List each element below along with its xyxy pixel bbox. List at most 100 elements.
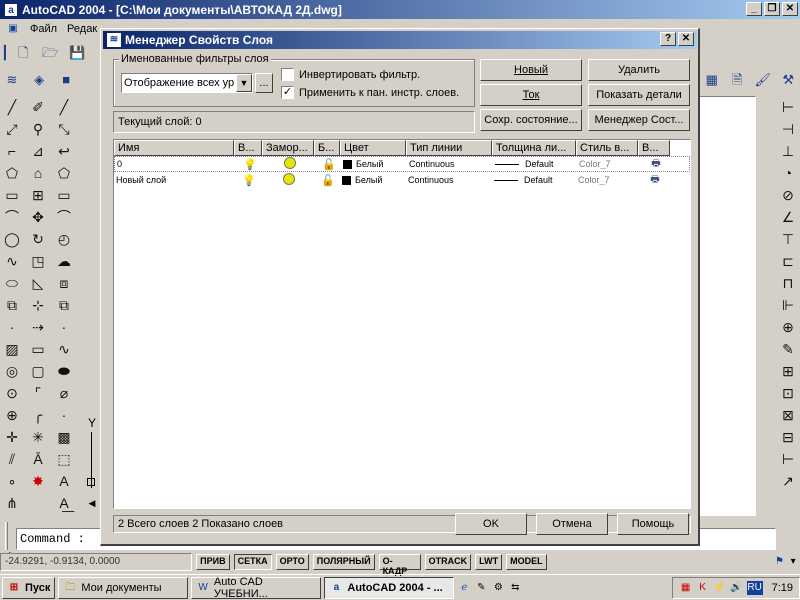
brush-icon[interactable]: 🖌 xyxy=(752,69,774,91)
polygon-icon[interactable]: ⬠ xyxy=(0,162,24,184)
dot3-icon[interactable]: · xyxy=(52,404,76,426)
mode-lwt[interactable]: LWT xyxy=(475,554,503,570)
fillet-icon[interactable]: ╭ xyxy=(26,404,50,426)
dim-update-icon[interactable]: ⊡ xyxy=(776,382,800,404)
lightbulb-icon[interactable]: 💡 xyxy=(243,159,257,171)
arc2-icon[interactable]: ⌒ xyxy=(52,206,76,228)
point-icon[interactable]: · xyxy=(0,316,24,338)
continue-dim-icon[interactable]: ⊏ xyxy=(776,250,800,272)
col-plotstyle[interactable]: Стиль в... xyxy=(576,140,638,156)
layer-state-icon[interactable]: ◈ xyxy=(28,69,50,91)
break2-icon[interactable]: ▢ xyxy=(26,360,50,382)
layer-lineweight[interactable]: Default xyxy=(493,159,577,169)
dim-icon-17[interactable]: ⊢ xyxy=(776,448,800,470)
center-mark-icon[interactable]: ⊕ xyxy=(776,316,800,338)
col-lineweight[interactable]: Толщина ли... xyxy=(492,140,576,156)
dim-text-edit-icon[interactable]: ⊞ xyxy=(776,360,800,382)
baseline-dim-icon[interactable]: ⊤ xyxy=(776,228,800,250)
layer-table[interactable]: Имя В... Замор... Б... Цвет Тип линии То… xyxy=(113,139,691,509)
text-edit-icon[interactable]: Ā xyxy=(26,448,50,470)
app-titlebar[interactable]: a AutoCAD 2004 - [C:\Мои документы\АВТОК… xyxy=(0,0,800,19)
col-on[interactable]: В... xyxy=(234,140,262,156)
layer-linetype[interactable]: Continuous xyxy=(407,159,493,169)
tool-icon[interactable]: ⚒ xyxy=(778,69,800,91)
rotate-icon[interactable]: ↻ xyxy=(26,228,50,250)
status-menu-icon[interactable]: ▾ xyxy=(786,555,800,569)
restore-icon[interactable]: ❐ xyxy=(764,2,780,16)
dim-style-icon[interactable]: ⊠ xyxy=(776,404,800,426)
target-icon[interactable]: ⊙ xyxy=(0,382,24,404)
copy-icon[interactable]: ⚲ xyxy=(26,118,50,140)
dim-icon-18[interactable]: ↗ xyxy=(776,470,800,492)
mode-otrack[interactable]: OTRACK xyxy=(424,554,472,570)
line2-icon[interactable]: ╱ xyxy=(52,96,76,118)
layer-lineweight[interactable]: Default xyxy=(492,175,576,185)
trim-icon[interactable]: ⊹ xyxy=(26,294,50,316)
language-indicator[interactable]: RU xyxy=(746,580,763,595)
construction-line-icon[interactable]: ⤢ xyxy=(0,118,24,140)
printer-icon[interactable]: 🖶 xyxy=(650,174,659,185)
dim-override-icon[interactable]: ⊟ xyxy=(776,426,800,448)
mtext-icon[interactable]: A͟ xyxy=(52,492,76,514)
set-current-button[interactable]: Ток xyxy=(480,84,582,106)
palette-icon[interactable]: ▦ xyxy=(701,69,723,91)
quicklaunch-3-icon[interactable]: ⇆ xyxy=(508,581,522,595)
ie-icon[interactable]: ℯ xyxy=(457,581,471,595)
unlock-icon[interactable]: 🔓 xyxy=(321,175,335,187)
new-layer-button[interactable]: Новый xyxy=(480,59,582,81)
insert-icon[interactable]: ⧈ xyxy=(52,272,76,294)
menu-file[interactable]: Файл xyxy=(30,23,57,35)
layer-color[interactable]: Белый xyxy=(340,175,406,186)
layer-linetype[interactable]: Continuous xyxy=(406,175,492,185)
mirror-icon[interactable]: ⊿ xyxy=(26,140,50,162)
dot-icon[interactable]: ∘ xyxy=(0,470,24,492)
rectangle-icon[interactable]: ▭ xyxy=(0,184,24,206)
stretch-icon[interactable]: ◺ xyxy=(26,272,50,294)
task-autocad[interactable]: a AutoCAD 2004 - ... xyxy=(324,576,455,599)
mode-snap[interactable]: ПРИВ xyxy=(196,554,230,570)
mode-model[interactable]: MODEL xyxy=(506,554,547,570)
task-word-doc[interactable]: W Auto CAD УЧЕБНИ... xyxy=(191,576,322,600)
col-linetype[interactable]: Тип линии xyxy=(406,140,492,156)
explode-icon[interactable]: ✳ xyxy=(26,426,50,448)
filter-select[interactable]: Отображение всех ур ▼ xyxy=(121,73,253,93)
properties-icon[interactable]: 🗎 xyxy=(727,69,749,91)
task-my-documents[interactable]: 🗀 Мои документы xyxy=(58,576,189,599)
ray-icon[interactable]: ⤡ xyxy=(52,118,76,140)
sun-icon[interactable] xyxy=(284,157,296,169)
menu-edit[interactable]: Редак xyxy=(67,23,97,35)
layer-combo-icon[interactable]: ■ xyxy=(55,69,77,91)
rect2-icon[interactable]: ▭ xyxy=(52,184,76,206)
sun-icon[interactable] xyxy=(283,173,295,185)
scale-icon[interactable]: ◳ xyxy=(26,250,50,272)
mode-polar[interactable]: ПОЛЯРНЫЙ xyxy=(312,554,375,570)
help-button[interactable]: Помощь xyxy=(617,513,689,535)
col-freeze[interactable]: Замор... xyxy=(262,140,314,156)
offset-icon[interactable]: ⌂ xyxy=(26,162,50,184)
state-manager-button[interactable]: Менеджер Сост... xyxy=(588,109,690,131)
table-icon[interactable]: ⊕ xyxy=(0,404,24,426)
region2-icon[interactable]: ⬚ xyxy=(52,448,76,470)
hatch-icon[interactable]: ▨ xyxy=(0,338,24,360)
erase-icon[interactable]: ✐ xyxy=(26,96,50,118)
mode-ortho[interactable]: ОРТО xyxy=(275,554,309,570)
chevron-down-icon[interactable]: ▼ xyxy=(236,74,252,92)
dot2-icon[interactable]: ∙ xyxy=(52,316,76,338)
col-lock[interactable]: Б... xyxy=(314,140,340,156)
move-icon[interactable]: ✥ xyxy=(26,206,50,228)
break-icon[interactable]: ▭ xyxy=(26,338,50,360)
cross-icon[interactable]: ✛ xyxy=(0,426,24,448)
save-icon[interactable]: 💾 xyxy=(66,42,88,64)
table-row[interactable]: Новый слой 💡 🔓 Белый Continuous Default … xyxy=(114,172,690,188)
ellipse-icon[interactable]: ⬭ xyxy=(0,272,24,294)
lightbulb-icon[interactable]: 💡 xyxy=(242,175,256,187)
mode-osnap[interactable]: О-КАДР xyxy=(378,554,421,576)
clock-icon[interactable]: ◴ xyxy=(52,228,76,250)
table-row[interactable]: 0 💡 🔓 Белый Continuous Default Color_7 🖶 xyxy=(114,156,690,172)
toolbar-grip-icon[interactable]: ┃ xyxy=(1,42,9,64)
ordinate-dim-icon[interactable]: ⊥ xyxy=(776,140,800,162)
cancel-button[interactable]: Отмена xyxy=(536,513,608,535)
angular-dim-icon[interactable]: ∠ xyxy=(776,206,800,228)
linear-dim-icon[interactable]: ⊢ xyxy=(776,96,800,118)
ok-button[interactable]: OK xyxy=(455,513,527,535)
